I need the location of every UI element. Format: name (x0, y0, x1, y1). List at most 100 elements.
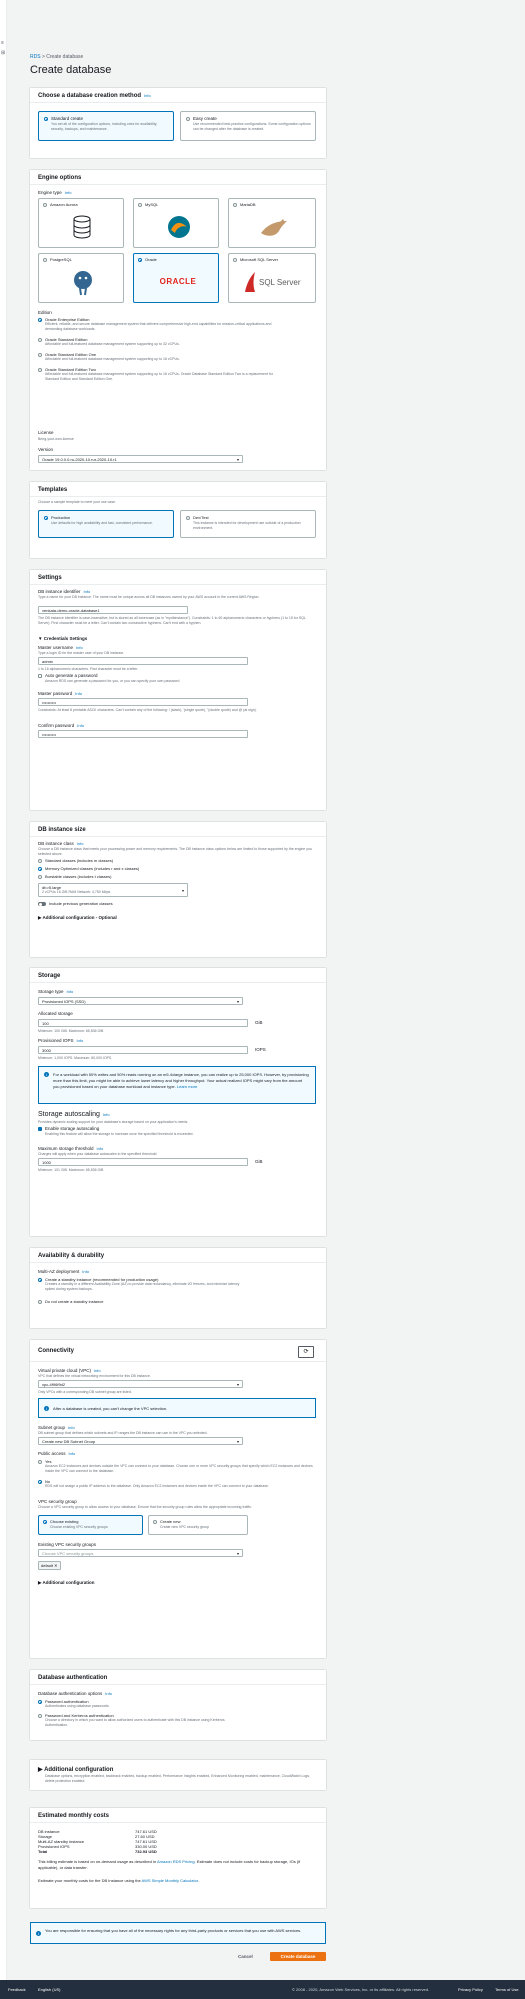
auto-generate-password-checkbox[interactable] (38, 674, 42, 678)
info-link[interactable]: Info (82, 1269, 89, 1274)
security-group-create-new[interactable]: Create new Create new VPC security group (148, 1515, 248, 1535)
engine-radio[interactable] (138, 258, 142, 262)
engine-tile-oracle[interactable]: Oracle ORACLE (133, 253, 219, 303)
easy-create-tile[interactable]: Easy create Use recommended best-practic… (180, 111, 316, 141)
info-link[interactable]: Info (103, 1112, 110, 1117)
storage-type-select[interactable]: Provisioned IOPS (SSD) ▾ (38, 997, 243, 1005)
grid-icon[interactable]: ⊞ (1, 50, 5, 56)
subnet-group-select[interactable]: Create new DB Subnet Group ▾ (38, 1437, 243, 1445)
template-radio[interactable] (44, 516, 48, 520)
class-radio-standard[interactable] (38, 859, 42, 863)
credentials-settings-toggle[interactable]: ▼ Credentials Settings (38, 636, 87, 641)
panel-title: Choose a database creation method (38, 93, 142, 99)
create-database-button[interactable]: Create database (270, 1952, 326, 1961)
template-radio[interactable] (186, 516, 190, 520)
storage-panel: Storage Storage type Info Provisioned IOP… (30, 968, 326, 1236)
breadcrumb-rds-link[interactable]: RDS (30, 54, 41, 60)
public-access-radio-no[interactable] (38, 1480, 42, 1484)
engine-radio[interactable] (233, 258, 237, 262)
engine-label: Microsoft SQL Server (240, 257, 279, 262)
auth-option-desc: Authenticates using database passwords. (45, 1704, 110, 1708)
additional-configuration-toggle[interactable]: ▶ Additional configuration - Optional (38, 915, 117, 921)
info-link[interactable]: Info (75, 691, 82, 696)
privacy-policy-link[interactable]: Privacy Policy (458, 1987, 483, 1992)
max-storage-threshold-input[interactable]: 1000 (38, 1158, 248, 1166)
learn-more-link[interactable]: Learn more (177, 1084, 197, 1089)
public-access-radio-yes[interactable] (38, 1460, 42, 1464)
info-link[interactable]: Info (105, 1691, 112, 1696)
vpc-select[interactable]: vpc-4f96f9d2 ▾ (38, 1380, 243, 1388)
refresh-icon[interactable]: ⟳ (298, 1346, 314, 1358)
standby-radio-none[interactable] (38, 1300, 42, 1304)
security-group-desc: Choose a VPC security group to allow acc… (38, 1505, 252, 1509)
security-group-choose-existing[interactable]: Choose existing Choose existing VPC secu… (38, 1515, 143, 1535)
class-radio-memory[interactable] (38, 867, 42, 871)
connectivity-additional-configuration-toggle[interactable]: ▶ Additional configuration (38, 1580, 95, 1586)
confirm-password-input[interactable]: •••••••••• (38, 730, 248, 738)
info-link[interactable]: Info (68, 1425, 75, 1430)
footer: Feedback English (US) © 2008 - 2020, Ama… (0, 1980, 525, 1999)
subnet-group-desc: DB subnet group that defines which subne… (38, 1431, 208, 1435)
rds-pricing-link[interactable]: Amazon RDS Pricing (157, 1859, 195, 1864)
enable-autoscaling-checkbox[interactable] (38, 1127, 42, 1131)
previous-generation-toggle[interactable] (38, 902, 46, 906)
provisioned-iops-input[interactable]: 3000 (38, 1046, 248, 1054)
master-password-input[interactable]: •••••••••• (38, 698, 248, 706)
class-radio-burstable[interactable] (38, 875, 42, 879)
info-link[interactable]: Info (97, 1146, 104, 1151)
version-select[interactable]: Oracle 19.0.0.0.ru-2020-10.rur-2020-10.r… (38, 455, 243, 463)
existing-security-groups-select[interactable]: Choose VPC security groups ▾ (38, 1549, 243, 1557)
feedback-link[interactable]: Feedback (8, 1987, 26, 1992)
instance-identifier-input[interactable]: venkata-demo-oracle-database1 (38, 606, 188, 614)
engine-tile-mariadb[interactable]: MariaDB (228, 198, 316, 248)
close-icon[interactable]: ✕ (54, 1563, 57, 1568)
engine-tile-postgresql[interactable]: PostgreSQL (38, 253, 124, 303)
additional-configuration-toggle[interactable]: ▶ Additional configuration (38, 1766, 113, 1773)
engine-tile-aurora[interactable]: Amazon Aurora (38, 198, 124, 248)
engine-tile-mysql[interactable]: MySQL (133, 198, 219, 248)
info-link[interactable]: Info (65, 190, 72, 195)
master-username-desc: Type a login ID for the master user of y… (38, 651, 125, 655)
engine-radio[interactable] (43, 203, 47, 207)
language-selector[interactable]: English (US) (38, 1987, 60, 1992)
auth-radio-password[interactable] (38, 1700, 42, 1704)
master-username-input[interactable]: admin (38, 657, 248, 665)
auth-radio-kerberos[interactable] (38, 1714, 42, 1718)
menu-icon[interactable]: ≡ (1, 40, 4, 46)
engine-radio[interactable] (233, 203, 237, 207)
info-link[interactable]: Info (76, 645, 83, 650)
engine-tile-sqlserver[interactable]: Microsoft SQL Server SQL Server (228, 253, 316, 303)
info-link[interactable]: Info (84, 589, 91, 594)
calculator-link[interactable]: AWS Simple Monthly Calculator (142, 1878, 198, 1883)
template-devtest-tile[interactable]: Dev/Test This instance is intended for d… (180, 510, 316, 538)
edition-radio[interactable] (38, 338, 42, 342)
security-group-radio[interactable] (153, 1520, 157, 1524)
panel-header: Templates (30, 482, 326, 497)
terms-of-use-link[interactable]: Terms of Use (495, 1987, 519, 1992)
info-link[interactable]: Info (144, 93, 151, 98)
instance-class-select[interactable]: db.r5.large 2 vCPUs 16 GiB RAM Network: … (38, 883, 188, 897)
existing-security-groups-label: Existing VPC security groups (38, 1542, 97, 1547)
standby-radio-create[interactable] (38, 1278, 42, 1282)
standard-create-radio[interactable] (44, 117, 48, 121)
version-value: Oracle 19.0.0.0.ru-2020-10.rur-2020-10.r… (42, 457, 117, 462)
info-link[interactable]: Info (77, 1038, 84, 1043)
engine-radio[interactable] (138, 203, 142, 207)
engine-radio[interactable] (43, 258, 47, 262)
easy-create-radio[interactable] (186, 117, 190, 121)
standard-create-tile[interactable]: Standard create You set all of the confi… (38, 111, 174, 141)
edition-radio[interactable] (38, 353, 42, 357)
cancel-button[interactable]: Cancel (238, 1952, 253, 1961)
allocated-storage-input[interactable]: 100 (38, 1019, 248, 1027)
info-link[interactable]: Info (69, 1451, 76, 1456)
info-link[interactable]: Info (94, 1368, 101, 1373)
edition-radio[interactable] (38, 368, 42, 372)
security-group-radio[interactable] (43, 1520, 47, 1524)
info-link[interactable]: Info (77, 841, 84, 846)
cost-note: This billing estimate is based on on-dem… (38, 1859, 301, 1870)
availability-panel: Availability & durability Multi-AZ deplo… (30, 1248, 326, 1328)
template-production-tile[interactable]: Production Use defaults for high availab… (38, 510, 174, 538)
info-link[interactable]: Info (67, 989, 74, 994)
info-link[interactable]: Info (77, 723, 84, 728)
edition-radio[interactable] (38, 318, 42, 322)
